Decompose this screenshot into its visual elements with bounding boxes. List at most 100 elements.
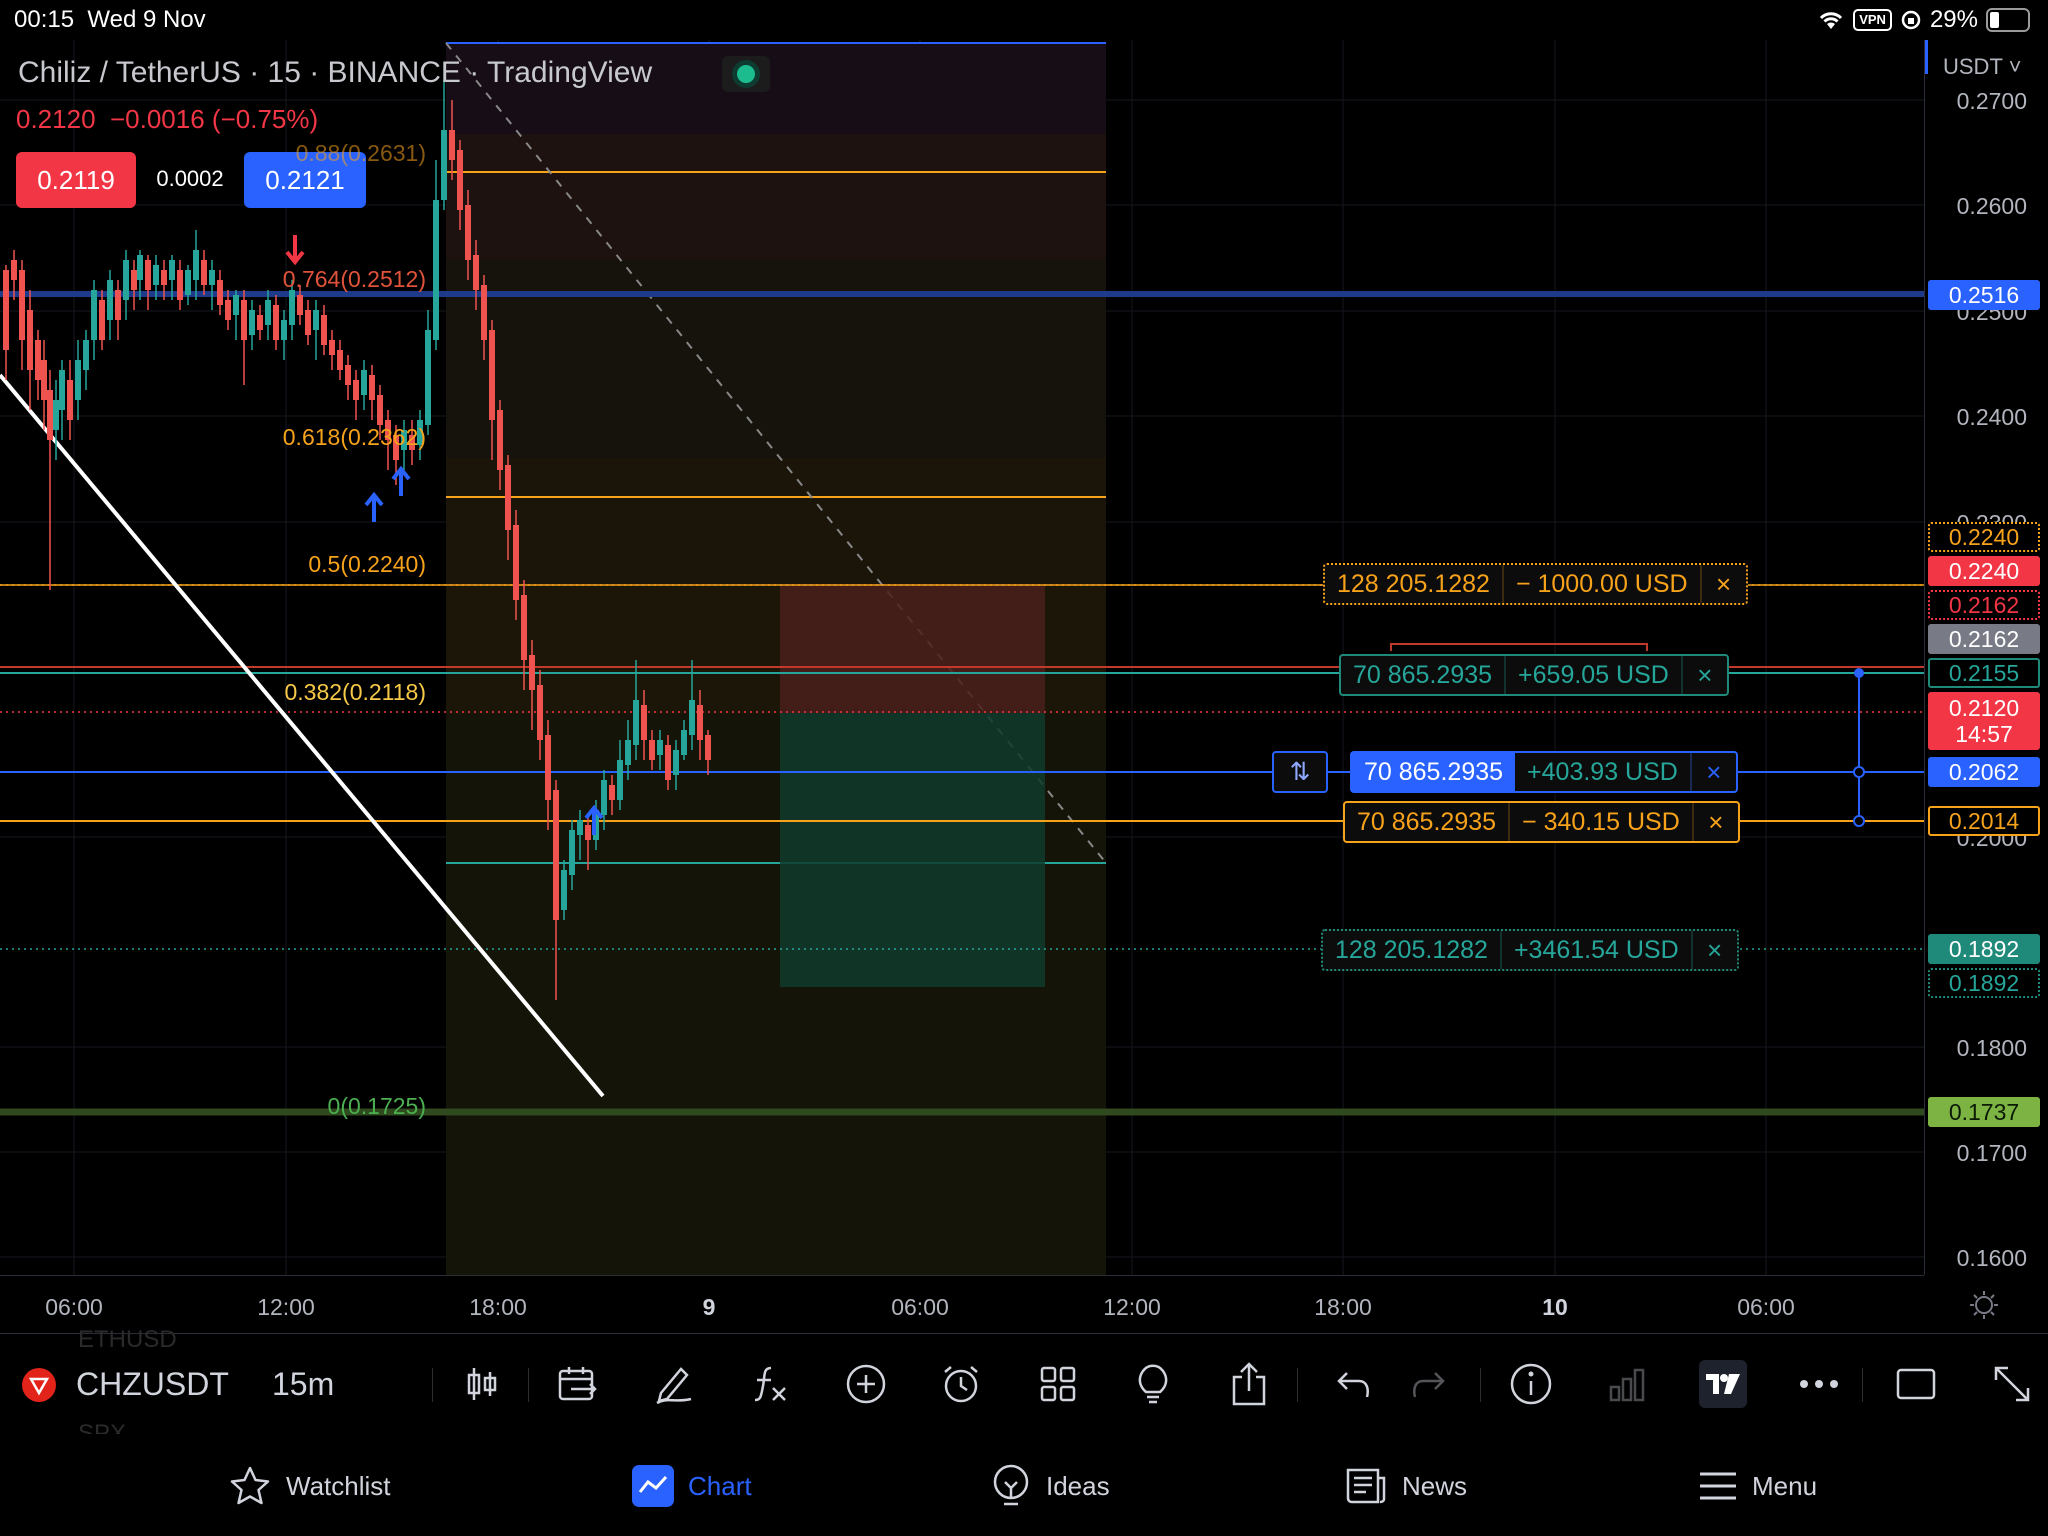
spread-value: 0.0002	[156, 166, 224, 191]
order-qty: 128 205.1282	[1323, 931, 1502, 969]
nav-label: Ideas	[1046, 1470, 1110, 1501]
reverse-position-button[interactable]: ⇅	[1272, 751, 1328, 793]
symbol-selector[interactable]: CHZUSDT	[76, 1366, 229, 1403]
currency-selector[interactable]: USDT ˅	[1943, 54, 2021, 80]
candle-body	[697, 705, 703, 740]
more-icon[interactable]	[1795, 1360, 1843, 1408]
price-tick: 0.2700	[1956, 88, 2027, 114]
vpn-badge: VPN	[1853, 9, 1892, 31]
nav-label: Watchlist	[286, 1470, 391, 1501]
order-take-profit-full[interactable]: 128 205.1282 +3461.54 USD ×	[1321, 929, 1739, 971]
candle-body	[3, 270, 9, 350]
time-axis[interactable]: 06:00 12:00 18:00 9 06:00 12:00 18:00 10…	[0, 1275, 1998, 1334]
info-icon[interactable]	[1507, 1360, 1555, 1408]
nav-ideas[interactable]: Ideas	[990, 1464, 1110, 1508]
long-position-tool[interactable]	[780, 585, 1045, 987]
close-order-icon[interactable]: ×	[1691, 803, 1738, 841]
nav-label: Menu	[1752, 1470, 1818, 1501]
nav-menu[interactable]: Menu	[1698, 1464, 1817, 1508]
candle-body	[441, 130, 447, 200]
order-stop-loss[interactable]: 70 865.2935 − 340.15 USD ×	[1343, 801, 1740, 843]
nav-label: News	[1402, 1470, 1468, 1501]
candle-body	[497, 410, 503, 470]
stats-icon[interactable]	[1603, 1360, 1651, 1408]
fullscreen-icon[interactable]	[1892, 1360, 1940, 1408]
nav-news[interactable]: News	[1344, 1464, 1467, 1508]
candle-body	[489, 330, 495, 420]
draw-icon[interactable]	[650, 1360, 698, 1408]
price-badge: 0.2240	[1928, 556, 2040, 586]
time-tick: 10	[1542, 1294, 1568, 1320]
reverse-icon: ⇅	[1289, 758, 1311, 786]
chart-settings-icon[interactable]	[1969, 1290, 1999, 1320]
close-order-icon[interactable]: ×	[1680, 656, 1727, 694]
candle-body	[601, 780, 607, 815]
price-tick: 0.2400	[1956, 404, 2027, 430]
symbol-title[interactable]: Chiliz / TetherUS · 15 · BINANCE · Tradi…	[18, 56, 652, 90]
candle-body	[75, 360, 81, 400]
time-tick: 06:00	[891, 1294, 949, 1320]
expand-icon[interactable]	[1988, 1360, 2036, 1408]
last-price-badge: 0.2120 14:57	[1928, 692, 2040, 750]
candles-icon[interactable]	[458, 1360, 506, 1408]
order-qty: 70 865.2935	[1352, 753, 1516, 791]
candle-body	[553, 790, 559, 920]
menu-icon	[1700, 1472, 1736, 1500]
tradingview-icon[interactable]	[1699, 1360, 1747, 1408]
battery-percent: 29%	[1929, 6, 1978, 33]
candle-body	[337, 350, 343, 370]
candle-body	[425, 330, 431, 425]
ideas-icon[interactable]	[1129, 1360, 1177, 1408]
bracket-connector[interactable]	[1853, 668, 1865, 827]
position-label[interactable]: 70 865.2935 +403.93 USD ×	[1350, 751, 1738, 793]
candle-body	[481, 285, 487, 340]
alert-icon[interactable]	[937, 1360, 985, 1408]
ghost-symbol-prev: ETHUSD	[78, 1326, 177, 1353]
price-tick: 0.1600	[1956, 1245, 2027, 1271]
bottom-toolbar: ETHUSD SPX CHZUSDT 15m	[0, 1326, 2048, 1447]
add-icon[interactable]	[842, 1360, 890, 1408]
order-stop-loss-full[interactable]: 128 205.1282 − 1000.00 USD ×	[1323, 563, 1748, 605]
star-icon	[230, 1466, 270, 1505]
interval-selector[interactable]: 15m	[272, 1366, 334, 1403]
chart-icon	[632, 1465, 674, 1507]
price-change: −0.0016 (−0.75%)	[109, 104, 319, 134]
candle-body	[19, 270, 25, 340]
candle-body	[289, 290, 295, 325]
candle-body	[313, 310, 319, 330]
candle-body	[35, 340, 41, 380]
order-pnl: +3461.54 USD	[1513, 935, 1679, 964]
orientation-lock-icon	[1901, 10, 1921, 30]
battery-icon	[1986, 8, 2030, 32]
replay-icon[interactable]	[554, 1360, 602, 1408]
candle-body	[681, 730, 687, 755]
undo-icon[interactable]	[1330, 1360, 1378, 1408]
redo-icon[interactable]	[1404, 1360, 1452, 1408]
price-tick: 0.1700	[1956, 1140, 2027, 1166]
candle-body	[225, 300, 231, 320]
indicators-icon[interactable]	[745, 1360, 793, 1408]
close-order-icon[interactable]: ×	[1690, 931, 1737, 969]
bulb-icon	[993, 1464, 1029, 1506]
candle-body	[513, 525, 519, 600]
time-tick: 12:00	[257, 1294, 315, 1320]
layout-icon[interactable]	[1034, 1360, 1082, 1408]
close-order-icon[interactable]: ×	[1699, 565, 1746, 603]
share-icon[interactable]	[1225, 1360, 1273, 1408]
price-tick: 0.1800	[1956, 1035, 2027, 1061]
candle-body	[537, 685, 543, 740]
fib-label-0.5: 0.5(0.2240)	[308, 551, 426, 577]
nav-watchlist[interactable]: Watchlist	[228, 1464, 391, 1508]
candle-body	[41, 360, 47, 400]
close-position-icon[interactable]: ×	[1689, 753, 1736, 791]
order-take-profit-1[interactable]: 70 865.2935 +659.05 USD ×	[1339, 654, 1729, 696]
nav-chart[interactable]: Chart	[632, 1464, 752, 1508]
candle-body	[321, 315, 327, 345]
candle-body	[59, 370, 65, 410]
candle-body	[91, 290, 97, 340]
status-bar: 00:15 Wed 9 Nov VPN 29%	[0, 0, 2048, 40]
candle-body	[27, 310, 33, 370]
candle-body	[47, 390, 53, 440]
price-badge: 0.1892	[1928, 968, 2040, 998]
market-status-icon[interactable]	[722, 56, 770, 92]
